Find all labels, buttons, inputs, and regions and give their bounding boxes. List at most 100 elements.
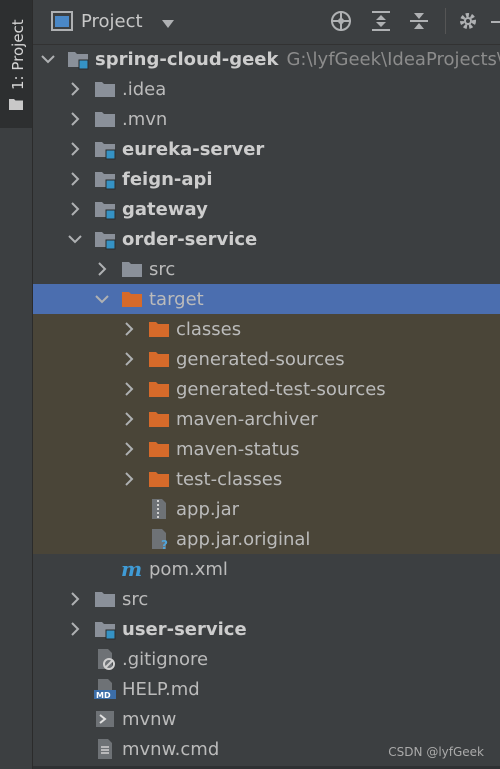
tree-node[interactable]: classes	[33, 314, 500, 344]
tree-node-label: mvnw	[122, 708, 177, 730]
tree-node[interactable]: .mvn	[33, 104, 500, 134]
chevron-down-icon[interactable]	[41, 44, 55, 74]
excluded-folder-icon	[148, 318, 170, 340]
module-folder-icon	[94, 228, 116, 250]
chevron-right-icon[interactable]	[68, 74, 82, 104]
chevron-right-icon[interactable]	[122, 344, 136, 374]
panel-title[interactable]: Project	[81, 11, 143, 32]
tree-node-label: eureka-server	[122, 138, 265, 160]
module-folder-icon	[94, 618, 116, 640]
gear-icon[interactable]	[457, 10, 479, 36]
tree-node-label: pom.xml	[149, 558, 228, 580]
tool-window-strip: 1: Project	[0, 0, 33, 769]
tree-node[interactable]: src	[33, 584, 500, 614]
tree-node[interactable]: generated-sources	[33, 344, 500, 374]
project-tool-tab-label: 1: Project	[9, 19, 27, 90]
project-panel: Project spring-cloud-geek G:\lyfGeek\Idea…	[33, 0, 500, 769]
folder-icon	[94, 588, 116, 610]
module-folder-icon	[94, 168, 116, 190]
tree-node-label: generated-test-sources	[176, 378, 386, 400]
tree-node-label: app.jar.original	[176, 528, 311, 550]
maven-file-icon: m	[121, 557, 143, 581]
tree-node[interactable]: maven-archiver	[33, 404, 500, 434]
tree-node[interactable]: src	[33, 254, 500, 284]
tree-node[interactable]: eureka-server	[33, 134, 500, 164]
tree-node[interactable]: MD HELP.md	[33, 674, 500, 704]
tree-node[interactable]: app.jar	[33, 494, 500, 524]
excluded-folder-icon	[148, 348, 170, 370]
tree-node-path: G:\lyfGeek\IdeaProjects\sp	[286, 48, 500, 70]
tree-node-label: user-service	[122, 618, 247, 640]
project-tool-tab[interactable]: 1: Project	[0, 0, 32, 128]
tree-node-label: src	[122, 588, 149, 610]
minimize-icon[interactable]	[491, 14, 500, 33]
tree-node[interactable]: test-classes	[33, 464, 500, 494]
chevron-right-icon[interactable]	[122, 314, 136, 344]
tree-node[interactable]: feign-api	[33, 164, 500, 194]
module-folder-icon	[94, 198, 116, 220]
chevron-down-icon[interactable]	[68, 224, 82, 254]
tree-node[interactable]: m pom.xml	[33, 554, 500, 584]
tree-node-label: .gitignore	[122, 648, 209, 670]
chevron-right-icon[interactable]	[122, 434, 136, 464]
excluded-folder-icon	[121, 288, 143, 310]
chevron-right-icon[interactable]	[122, 464, 136, 494]
tree-node-label: order-service	[122, 228, 258, 250]
shell-file-icon	[94, 708, 116, 730]
chevron-down-icon[interactable]	[95, 284, 109, 314]
excluded-folder-icon	[148, 408, 170, 430]
chevron-right-icon[interactable]	[68, 194, 82, 224]
svg-text:m: m	[121, 558, 142, 580]
panel-header: Project	[33, 0, 500, 45]
tree-node-label: generated-sources	[176, 348, 345, 370]
tree-node-label: .mvn	[122, 108, 168, 130]
markdown-file-icon: MD	[94, 678, 116, 700]
toolbar-separator	[445, 8, 446, 34]
chevron-right-icon[interactable]	[122, 404, 136, 434]
unknown-file-icon: ?	[148, 528, 170, 552]
tree-node[interactable]: mvnw	[33, 704, 500, 734]
svg-text:MD: MD	[96, 691, 111, 700]
tree-node[interactable]: generated-test-sources	[33, 374, 500, 404]
tree-node[interactable]: gateway	[33, 194, 500, 224]
jar-file-icon	[148, 498, 170, 520]
excluded-folder-icon	[148, 438, 170, 460]
chevron-right-icon[interactable]	[68, 584, 82, 614]
collapse-all-icon[interactable]	[408, 10, 430, 36]
watermark: CSDN @lyfGeek	[388, 745, 484, 759]
tree-node[interactable]: .gitignore	[33, 644, 500, 674]
gitignore-file-icon	[94, 648, 116, 670]
tree-node[interactable]: ? app.jar.original	[33, 524, 500, 554]
chevron-right-icon[interactable]	[68, 134, 82, 164]
project-view-icon	[51, 10, 73, 36]
chevron-right-icon[interactable]	[68, 614, 82, 644]
chevron-down-icon[interactable]	[161, 14, 175, 33]
chevron-right-icon[interactable]	[68, 164, 82, 194]
tree-node[interactable]: target	[33, 284, 500, 314]
folder-icon	[9, 95, 23, 114]
folder-icon	[94, 108, 116, 130]
tree-node-label: target	[149, 288, 204, 310]
excluded-folder-icon	[148, 378, 170, 400]
tree-node-label: src	[149, 258, 176, 280]
tree-node[interactable]: user-service	[33, 614, 500, 644]
chevron-right-icon[interactable]	[122, 374, 136, 404]
tree-node[interactable]: maven-status	[33, 434, 500, 464]
module-folder-icon	[94, 138, 116, 160]
tree-node[interactable]: .idea	[33, 74, 500, 104]
tree-node-label: gateway	[122, 198, 208, 220]
tree-node-label: spring-cloud-geek	[95, 48, 279, 70]
chevron-right-icon[interactable]	[95, 254, 109, 284]
tree-node[interactable]: order-service	[33, 224, 500, 254]
text-file-icon	[94, 738, 116, 760]
chevron-right-icon[interactable]	[68, 104, 82, 134]
expand-all-icon[interactable]	[370, 10, 392, 36]
tree-node[interactable]: spring-cloud-geek G:\lyfGeek\IdeaProjects…	[33, 44, 500, 74]
locate-icon[interactable]	[330, 10, 352, 36]
